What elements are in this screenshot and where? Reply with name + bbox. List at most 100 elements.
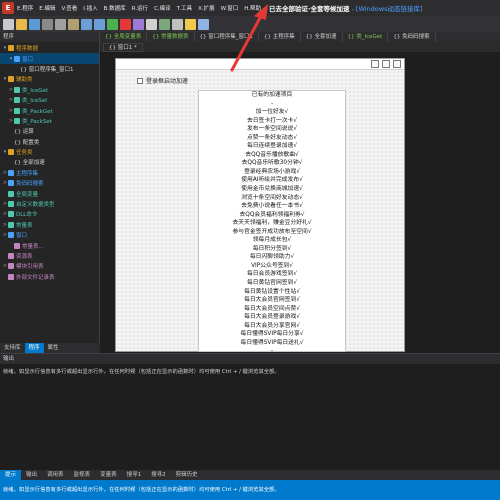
list-item[interactable]: 去QQ音乐听歌30分钟√ xyxy=(199,159,345,168)
tree-item[interactable]: > 类_IceGet xyxy=(0,85,99,95)
list-item[interactable]: VIP公众号签到√ xyxy=(199,262,345,271)
list-item[interactable]: 每日大会员官网签到√ xyxy=(199,296,345,305)
list-item[interactable]: 每日黄钻设置个性站√ xyxy=(199,288,345,297)
tree-item[interactable]: {} 配置类 xyxy=(0,137,99,147)
tree-item[interactable]: ▾ 辅助类 xyxy=(0,74,99,84)
open-folder-icon[interactable] xyxy=(16,18,27,30)
tree-item[interactable]: > 常量表 xyxy=(0,220,99,230)
list-item[interactable]: 每日积分签到√ xyxy=(199,245,345,254)
tree-item[interactable]: > 免码码搜索 xyxy=(0,178,99,188)
stop-icon[interactable] xyxy=(120,18,131,30)
list-item[interactable]: 每日大会员分享官网√ xyxy=(199,322,345,331)
tab-window-assembly[interactable]: {} 窗口程序集_窗口1 xyxy=(195,32,259,42)
list-item[interactable]: 使用AI听绘并完成发布√ xyxy=(199,176,345,185)
list-item[interactable]: 去QQ音乐播放歌曲√ xyxy=(199,151,345,160)
align-icon[interactable] xyxy=(172,18,183,30)
tree-item[interactable]: > 主程序集 xyxy=(0,168,99,178)
tree-item[interactable]: 外部文件记录表 xyxy=(0,272,99,282)
menu-program[interactable]: E.程序 xyxy=(17,4,33,12)
tree-item[interactable]: {} 全部加速 xyxy=(0,157,99,167)
menu-edit[interactable]: E.编辑 xyxy=(39,4,55,12)
copy-icon[interactable] xyxy=(55,18,66,30)
list-item[interactable]: - xyxy=(199,100,345,109)
list-item[interactable]: 点赞一条好友动态√ xyxy=(199,134,345,143)
tree-item[interactable]: > 模块引用表 xyxy=(0,261,99,271)
list-item[interactable]: 使用金币兑换商城加速√ xyxy=(199,185,345,194)
menu-view[interactable]: V.查看 xyxy=(61,4,77,12)
list-item[interactable]: 去免费小说看任一本书√ xyxy=(199,202,345,211)
menu-run[interactable]: R.运行 xyxy=(132,4,148,12)
menu-help[interactable]: H.帮助 xyxy=(244,4,261,12)
tab-search1[interactable]: 搜寻1 xyxy=(122,470,147,480)
list-item[interactable]: 每日闪聊领助力√ xyxy=(199,253,345,262)
tree-item[interactable]: ▾ 任务类 xyxy=(0,147,99,157)
tab-global-variables[interactable]: {} 全局变量表 xyxy=(100,32,148,42)
menu-compile[interactable]: C.编译 xyxy=(154,4,171,12)
list-item[interactable]: 领每月成长包√ xyxy=(199,236,345,245)
redo-icon[interactable] xyxy=(94,18,105,30)
auto-accelerate-checkbox[interactable] xyxy=(137,77,143,84)
undo-icon[interactable] xyxy=(81,18,92,30)
lightbulb-icon[interactable] xyxy=(185,18,196,30)
form-designer-icon[interactable] xyxy=(146,18,157,30)
list-item[interactable]: 发布一条空间说说√ xyxy=(199,125,345,134)
tab-call-table[interactable]: 调用表 xyxy=(42,470,69,480)
list-item[interactable]: 每日连续登录加速√ xyxy=(199,142,345,151)
auto-accelerate-checkbox-row[interactable]: 登录框启动加速 xyxy=(137,76,188,85)
close-icon[interactable] xyxy=(393,60,401,68)
list-item[interactable]: 浏览十条空间好友动态√ xyxy=(199,194,345,203)
tree-item[interactable]: 资源表 xyxy=(0,251,99,261)
list-item[interactable]: 加一位好友√ xyxy=(199,108,345,117)
tab-code-search[interactable]: {} 免码码搜索 xyxy=(388,32,436,42)
tab-constants[interactable]: {} 常量数据表 xyxy=(147,32,195,42)
list-item[interactable]: 每日黄钻官网签到√ xyxy=(199,279,345,288)
compile-icon[interactable] xyxy=(133,18,144,30)
list-item[interactable]: 每日懂得SVIP每日送礼√ xyxy=(199,339,345,348)
list-item[interactable]: - xyxy=(199,347,345,351)
tab-output[interactable]: 输出 xyxy=(21,470,42,480)
tree-item[interactable]: > 类_PackGet xyxy=(0,105,99,115)
tree-item[interactable]: > 类_IceSet xyxy=(0,95,99,105)
save-icon[interactable] xyxy=(29,18,40,30)
list-item[interactable]: 参与官金签开成功放布至空间√ xyxy=(199,228,345,237)
list-item[interactable]: 登录经典农场小游戏√ xyxy=(199,168,345,177)
tab-full-accelerate[interactable]: {} 全套加速 xyxy=(301,32,343,42)
maximize-icon[interactable] xyxy=(382,60,390,68)
list-item[interactable]: 已有的加速项目 xyxy=(199,91,345,100)
menu-tools[interactable]: T.工具 xyxy=(177,4,192,12)
list-item[interactable]: 每日大会员空间点赞√ xyxy=(199,305,345,314)
tab-search2[interactable]: 搜寻2 xyxy=(146,470,171,480)
tab-properties[interactable]: 属性 xyxy=(44,343,63,353)
tab-program[interactable]: 程序 xyxy=(24,343,44,353)
list-item[interactable]: 每日懂得SVIP每日分享√ xyxy=(199,330,345,339)
menu-insert[interactable]: I.插入 xyxy=(83,4,97,12)
cut-icon[interactable] xyxy=(42,18,53,30)
menu-extend[interactable]: X.扩展 xyxy=(198,4,215,12)
tree-item[interactable]: > DLL命令 xyxy=(0,209,99,219)
tree-item[interactable]: > 窗口 xyxy=(0,230,99,240)
list-item[interactable]: 去日签卡打一次卡√ xyxy=(199,117,345,126)
tab-hint[interactable]: 提示 xyxy=(0,470,22,480)
search-icon[interactable] xyxy=(198,18,209,30)
tree-item[interactable]: {} 运算 xyxy=(0,126,99,136)
list-item[interactable]: 去QQ会员福利领福利券√ xyxy=(199,211,345,220)
tree-item[interactable]: > 类_PackSet xyxy=(0,116,99,126)
tab-main-assembly[interactable]: {} 主程序集 xyxy=(259,32,301,42)
form-window[interactable]: 登录框启动加速 已有的加速项目 - 加一位好友√ 去日签卡打一次卡√ 发布一条空间说说√… xyxy=(115,58,405,352)
tab-support-library[interactable]: 支持库 xyxy=(0,343,25,353)
tree-item[interactable]: {} 窗口程序集_窗口1 xyxy=(0,64,99,74)
menu-window[interactable]: W.窗口 xyxy=(221,4,239,12)
window-selector[interactable]: {} 窗口1 * xyxy=(103,42,143,52)
form-titlebar[interactable] xyxy=(116,59,404,70)
tree-item[interactable]: ▾ 窗口 xyxy=(0,53,99,64)
list-item[interactable]: 去天天领福利，赚金豆分好礼√ xyxy=(199,219,345,228)
new-file-icon[interactable] xyxy=(3,18,14,30)
tab-clip-history[interactable]: 剪辑历史 xyxy=(171,470,203,480)
tab-watch[interactable]: 监视表 xyxy=(69,470,96,480)
tab-variables[interactable]: 变量表 xyxy=(95,470,122,480)
minimize-icon[interactable] xyxy=(371,60,379,68)
tree-item[interactable]: 全局变量 xyxy=(0,188,99,198)
paste-icon[interactable] xyxy=(68,18,79,30)
run-icon[interactable] xyxy=(107,18,118,30)
menu-database[interactable]: B.数据库 xyxy=(104,4,126,12)
